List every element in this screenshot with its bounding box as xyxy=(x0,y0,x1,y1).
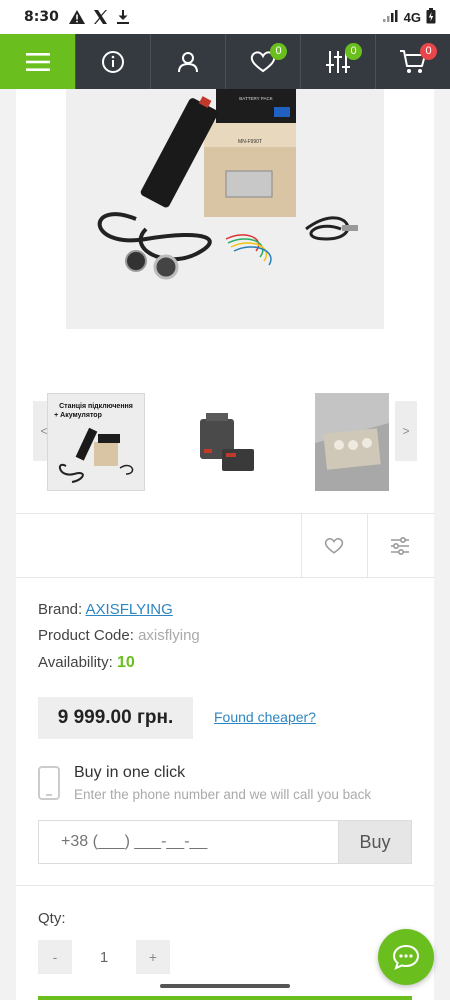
thumbnail-1[interactable]: Станція підключення + Акумулятор xyxy=(47,393,145,491)
svg-text:BATTERY PACK: BATTERY PACK xyxy=(239,96,272,101)
cart-button[interactable]: 0 xyxy=(375,34,450,89)
product-code-value: axisflying xyxy=(138,627,200,644)
thumbnail-2[interactable] xyxy=(176,393,274,491)
product-card: MN-F990T BATTERY PACK < Станція підключе… xyxy=(16,89,434,1000)
phone-input[interactable] xyxy=(38,820,338,864)
quantity-increase-button[interactable]: + xyxy=(136,940,170,974)
add-to-wishlist-button[interactable] xyxy=(302,516,366,576)
divider xyxy=(16,513,434,514)
alert-icon xyxy=(68,10,85,24)
home-indicator[interactable] xyxy=(160,984,290,988)
product-main-image[interactable]: MN-F990T BATTERY PACK xyxy=(66,89,384,329)
brand-label: Brand: xyxy=(38,601,83,618)
availability-label: Availability: xyxy=(38,654,113,671)
quantity-label: Qty: xyxy=(38,910,66,927)
availability-row: Availability: 10 xyxy=(38,654,135,672)
brand-row: Brand: AXISFLYING xyxy=(38,601,173,618)
account-button[interactable] xyxy=(150,34,225,89)
phone-icon xyxy=(38,766,60,800)
compare-count-badge: 0 xyxy=(345,43,362,60)
top-navigation: 0 0 0 xyxy=(0,34,450,89)
battery-icon xyxy=(426,7,436,27)
status-bar: 8:30 4G xyxy=(0,0,450,34)
heart-outline-icon xyxy=(324,538,344,554)
wishlist-count-badge: 0 xyxy=(270,43,287,60)
thumbnail-next-button[interactable]: > xyxy=(395,401,417,461)
status-time: 8:30 xyxy=(24,9,59,25)
info-icon xyxy=(102,50,124,73)
found-cheaper-link[interactable]: Found cheaper? xyxy=(214,709,316,725)
sliders-icon xyxy=(391,536,409,556)
product-code-label: Product Code: xyxy=(38,627,134,644)
menu-button[interactable] xyxy=(0,34,75,89)
download-icon xyxy=(116,10,130,24)
buy-one-click-button[interactable]: Buy xyxy=(338,820,412,864)
divider xyxy=(16,885,434,886)
x-logo-icon xyxy=(93,10,108,24)
info-button[interactable] xyxy=(75,34,150,89)
quantity-input[interactable]: 1 xyxy=(72,940,136,974)
svg-text:+ Акумулятор: + Акумулятор xyxy=(54,412,102,419)
compare-button[interactable]: 0 xyxy=(300,34,375,89)
divider xyxy=(16,577,434,578)
availability-value: 10 xyxy=(116,654,135,671)
product-code-row: Product Code: axisflying xyxy=(38,627,200,644)
user-icon xyxy=(178,51,198,72)
chevron-right-icon: > xyxy=(402,424,410,438)
signal-icon xyxy=(382,9,399,25)
svg-text:Станція підключення: Станція підключення xyxy=(59,402,133,410)
chat-icon xyxy=(392,944,420,970)
add-to-cart-button[interactable] xyxy=(38,996,412,1000)
quantity-decrease-button[interactable]: - xyxy=(38,940,72,974)
menu-icon xyxy=(25,52,50,71)
cart-count-badge: 0 xyxy=(420,43,437,60)
thumbnail-carousel: < Станція підключення + Акумулятор > xyxy=(16,389,434,494)
one-click-subtitle: Enter the phone number and we will call … xyxy=(74,787,372,802)
product-price: 9 999.00 грн. xyxy=(38,697,193,739)
wishlist-button[interactable]: 0 xyxy=(225,34,300,89)
brand-link[interactable]: AXISFLYING xyxy=(86,601,173,618)
add-to-compare-button[interactable] xyxy=(368,516,432,576)
chat-button[interactable] xyxy=(378,929,434,985)
one-click-title: Buy in one click xyxy=(74,764,186,781)
svg-text:MN-F990T: MN-F990T xyxy=(238,139,262,145)
network-type: 4G xyxy=(403,9,421,25)
